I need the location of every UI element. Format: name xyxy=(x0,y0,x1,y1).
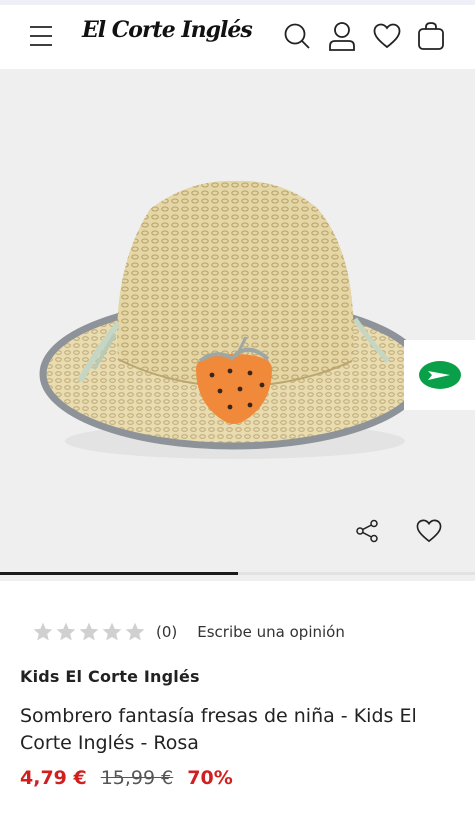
search-icon xyxy=(284,23,310,49)
product-title: Sombrero fantasía fresas de niña - Kids … xyxy=(20,705,417,754)
rating-stars[interactable] xyxy=(32,621,146,643)
star-icon xyxy=(125,622,145,641)
search-button[interactable] xyxy=(280,19,314,53)
write-review-link[interactable]: Escribe una opinión xyxy=(197,623,345,641)
user-icon xyxy=(329,22,355,51)
account-button[interactable] xyxy=(325,19,359,53)
brand-logo[interactable]: El Corte Inglés xyxy=(82,17,253,43)
price-row: 4,79 € 15,99 € 70% xyxy=(20,767,233,789)
original-price: 15,99 € xyxy=(100,767,174,789)
menu-button[interactable] xyxy=(22,19,60,53)
current-price: 4,79 € xyxy=(20,767,87,789)
product-brand[interactable]: Kids El Corte Inglés xyxy=(20,667,200,686)
star-icon xyxy=(56,622,76,641)
review-count: (0) xyxy=(156,623,178,641)
wishlist-button[interactable] xyxy=(370,19,404,53)
shopping-bag-icon xyxy=(418,22,444,50)
rating-row: (0) Escribe una opinión xyxy=(32,620,345,644)
star-icon xyxy=(79,622,99,641)
assistant-button[interactable] xyxy=(404,340,475,410)
cart-button[interactable] xyxy=(414,19,448,53)
star-icon xyxy=(102,622,122,641)
share-icon xyxy=(356,519,378,543)
heart-icon xyxy=(416,519,442,543)
product-image[interactable] xyxy=(0,69,475,581)
product-gallery[interactable] xyxy=(0,69,475,581)
discount-badge: 70% xyxy=(187,767,233,789)
star-icon xyxy=(33,622,53,641)
share-button[interactable] xyxy=(350,514,384,548)
play-icon xyxy=(418,361,461,389)
gallery-progress xyxy=(0,572,475,575)
gallery-progress-fill xyxy=(0,572,238,575)
site-header: El Corte Inglés xyxy=(0,5,475,69)
heart-icon xyxy=(373,23,401,49)
menu-icon xyxy=(30,26,52,46)
add-to-wishlist-button[interactable] xyxy=(411,513,447,549)
